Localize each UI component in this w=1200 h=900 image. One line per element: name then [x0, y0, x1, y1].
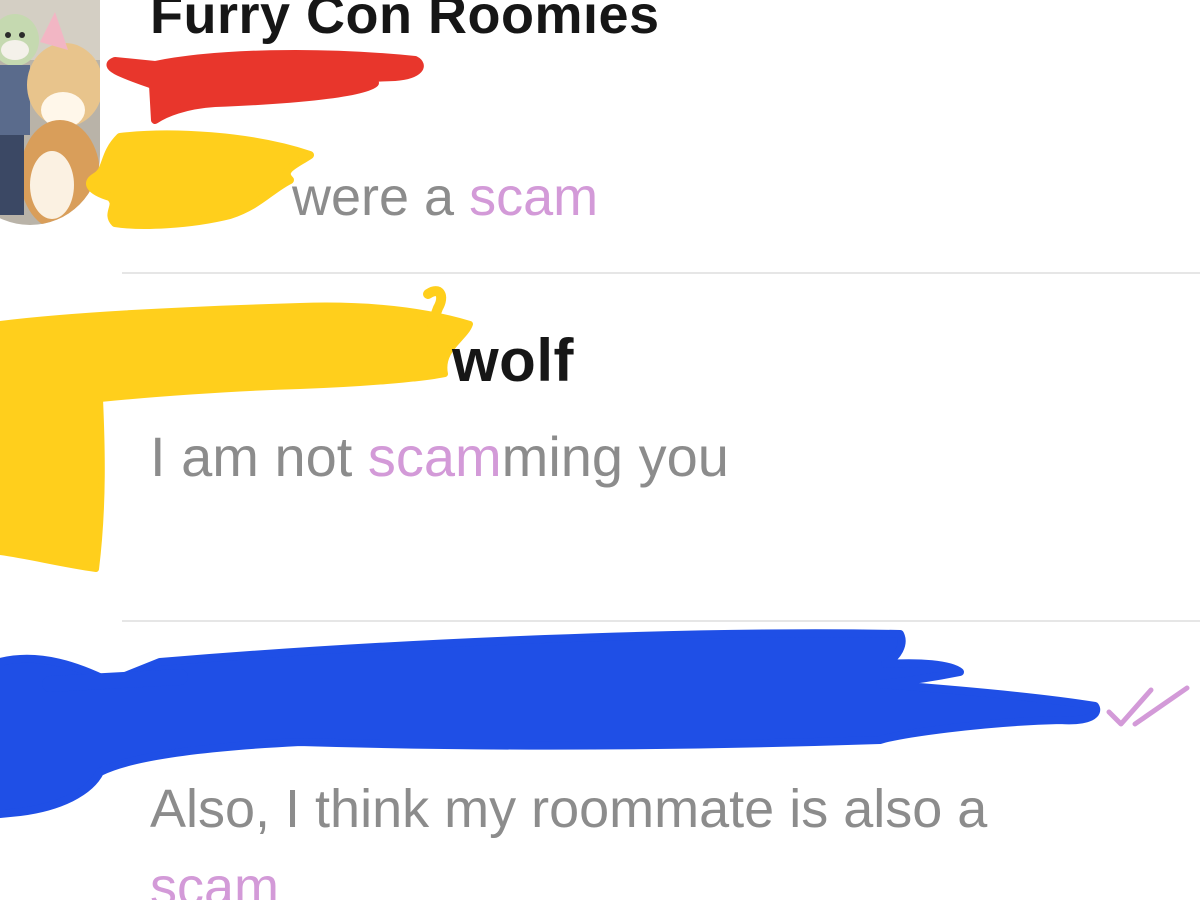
- chat-list-screen: Furry Con Roomies were a scam wolf I am …: [0, 0, 1200, 900]
- yellow-redaction-scribble: [86, 130, 314, 229]
- highlighted-keyword: scam: [469, 167, 599, 227]
- red-redaction-scribble: [106, 49, 424, 124]
- chat-list-item-wolf[interactable]: wolf I am not scamming you: [0, 274, 1200, 620]
- chat-preview: were a scam: [292, 166, 598, 228]
- double-check-icon: [1106, 685, 1190, 727]
- preview-text: were a: [292, 167, 470, 227]
- chat-title: Furry Con Roomies: [150, 0, 660, 45]
- highlighted-keyword: scam: [367, 425, 502, 488]
- preview-text-suffix: ming you: [501, 425, 729, 488]
- chat-preview: I am not scamming you: [150, 424, 729, 489]
- preview-text: Also, I think my roommate is also a: [150, 779, 988, 839]
- chat-list-item-redacted[interactable]: Also, I think my roommate is also a scam: [0, 622, 1200, 900]
- preview-text: I am not: [150, 425, 368, 488]
- highlighted-keyword: scam: [150, 857, 280, 900]
- chat-list-item-furry-con-roomies[interactable]: Furry Con Roomies were a scam: [0, 0, 1200, 272]
- chat-preview: Also, I think my roommate is also a scam: [150, 770, 1190, 900]
- chat-title: wolf: [452, 327, 574, 394]
- group-avatar: [0, 0, 100, 225]
